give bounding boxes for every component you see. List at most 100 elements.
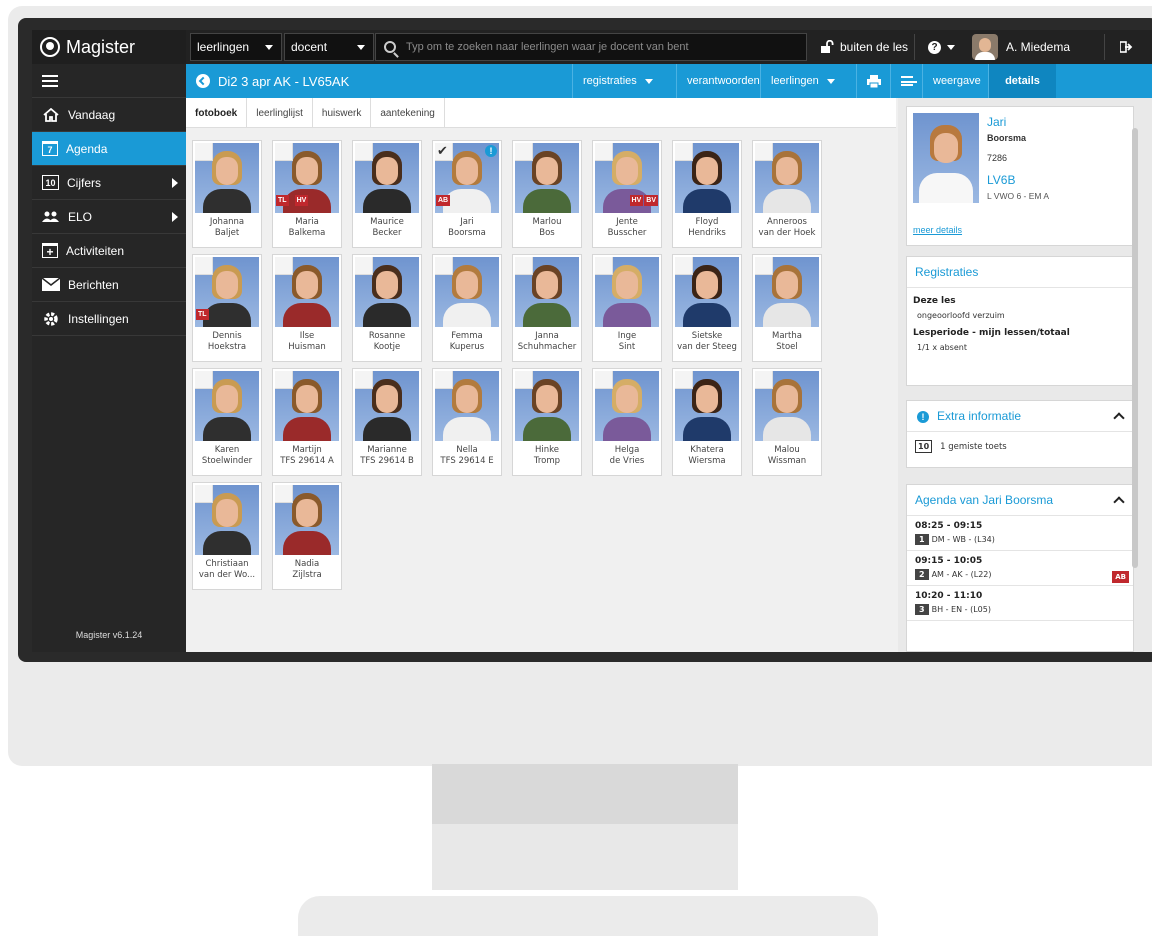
agenda-item[interactable]: 09:15 - 10:05 2 AM - AK - (L22) AB	[907, 551, 1133, 586]
sidebar-item-vandaag[interactable]: Vandaag	[32, 98, 186, 132]
select-checkbox[interactable]	[275, 143, 293, 161]
select-checkbox[interactable]	[515, 257, 533, 275]
sidebar-item-berichten[interactable]: Berichten	[32, 268, 186, 302]
sidebar-item-cijfers[interactable]: 10 Cijfers	[32, 166, 186, 200]
select-checkbox[interactable]	[755, 143, 773, 161]
select-checkbox[interactable]	[435, 257, 453, 275]
tab-aantekening[interactable]: aantekening	[371, 98, 445, 128]
student-card[interactable]: Karen Stoelwinder	[192, 368, 262, 476]
student-last-name: de Vries	[609, 456, 645, 466]
student-first-name: Jari	[460, 217, 474, 227]
tab-details[interactable]: details	[988, 64, 1056, 98]
student-card[interactable]: Helga de Vries	[592, 368, 662, 476]
select-checkbox[interactable]	[755, 371, 773, 389]
select-checkbox[interactable]	[675, 371, 693, 389]
panel-menu-button[interactable]	[890, 64, 923, 98]
select-checkbox[interactable]	[275, 485, 293, 503]
select-checkbox[interactable]	[515, 143, 533, 161]
agenda-item[interactable]: 08:25 - 09:15 1 DM - WB - (L34)	[907, 516, 1133, 551]
student-card[interactable]: ✔! AB Jari Boorsma	[432, 140, 502, 248]
select-checkbox[interactable]	[195, 143, 213, 161]
student-card[interactable]: Sietske van der Steeg	[672, 254, 742, 362]
student-first-name: Hinke	[535, 445, 559, 455]
select-checkbox[interactable]	[275, 257, 293, 275]
lesson-title[interactable]: Di2 3 apr AK - LV65AK	[196, 64, 349, 98]
student-card[interactable]: Christiaan van der Wo...	[192, 482, 262, 590]
role-select[interactable]: leerlingen	[190, 33, 282, 61]
select-checkbox[interactable]	[435, 371, 453, 389]
select-checkbox[interactable]	[195, 485, 213, 503]
student-card[interactable]: Inge Sint	[592, 254, 662, 362]
student-card[interactable]: Marianne TFS 29614 B	[352, 368, 422, 476]
help-menu[interactable]: ?	[928, 30, 955, 64]
student-card[interactable]: Khatera Wiersma	[672, 368, 742, 476]
student-card[interactable]: Nella TFS 29614 E	[432, 368, 502, 476]
extra-info-text: 1 gemiste toets	[940, 441, 1007, 452]
select-checkbox[interactable]	[195, 371, 213, 389]
student-card[interactable]: Hinke Tromp	[512, 368, 582, 476]
student-card[interactable]: Johanna Baljet	[192, 140, 262, 248]
student-first-name: Floyd	[695, 217, 719, 227]
tab-huiswerk[interactable]: huiswerk	[313, 98, 372, 128]
select-checkbox[interactable]	[355, 257, 373, 275]
student-first-name: Janna	[535, 331, 559, 341]
panel-scrollbar[interactable]	[1132, 128, 1138, 568]
student-last-name: TFS 29614 A	[280, 456, 334, 466]
tab-weergave[interactable]: weergave	[922, 64, 991, 98]
sidebar-item-agenda[interactable]: 7 Agenda	[32, 132, 186, 166]
verantwoorden-button[interactable]: verantwoorden	[676, 64, 770, 98]
sidebar-item-activiteiten[interactable]: + Activiteiten	[32, 234, 186, 268]
student-first-name: Anneroos	[767, 217, 807, 227]
select-checkbox[interactable]	[675, 257, 693, 275]
select-checkbox[interactable]	[275, 371, 293, 389]
app-logo[interactable]: Magister	[32, 30, 186, 64]
search-input[interactable]	[406, 41, 786, 53]
extra-info-header[interactable]: ! Extra informatie	[907, 401, 1133, 432]
select-checkbox[interactable]	[595, 371, 613, 389]
student-card[interactable]: Nadia Zijlstra	[272, 482, 342, 590]
student-card[interactable]: Femma Kuperus	[432, 254, 502, 362]
student-card[interactable]: Marlou Bos	[512, 140, 582, 248]
student-name: Helga de Vries	[593, 445, 661, 467]
select-checkbox[interactable]	[595, 257, 613, 275]
search-box[interactable]	[375, 33, 807, 61]
print-button[interactable]	[856, 64, 891, 98]
user-menu[interactable]: A. Miedema	[972, 30, 1070, 64]
leerlingen-button[interactable]: leerlingen	[760, 64, 845, 98]
student-first-name: Malou	[774, 445, 800, 455]
select-checkbox[interactable]	[355, 143, 373, 161]
logout-button[interactable]	[1120, 30, 1134, 64]
lock-toggle[interactable]: buiten de les	[820, 30, 908, 64]
student-class[interactable]: LV6B	[987, 173, 1015, 187]
sidebar-item-instellingen[interactable]: Instellingen	[32, 302, 186, 336]
sidebar-item-elo[interactable]: ELO	[32, 200, 186, 234]
agenda-item[interactable]: 10:20 - 11:10 3 BH - EN - (L05)	[907, 586, 1133, 621]
student-card[interactable]: Maurice Becker	[352, 140, 422, 248]
student-first-name: Ilse	[299, 331, 315, 341]
student-card[interactable]: Floyd Hendriks	[672, 140, 742, 248]
meer-details-link[interactable]: meer details	[913, 225, 962, 235]
student-card[interactable]: HV BV Jente Busscher	[592, 140, 662, 248]
select-checkbox[interactable]	[755, 257, 773, 275]
select-checkbox[interactable]	[515, 371, 533, 389]
select-checkbox[interactable]	[355, 371, 373, 389]
student-card[interactable]: Anneroos van der Hoek	[752, 140, 822, 248]
student-card[interactable]: Ilse Huisman	[272, 254, 342, 362]
menu-toggle[interactable]	[32, 64, 186, 98]
student-card[interactable]: Martha Stoel	[752, 254, 822, 362]
info-icon: !	[485, 145, 497, 157]
student-card[interactable]: Malou Wissman	[752, 368, 822, 476]
student-card[interactable]: Rosanne Kootje	[352, 254, 422, 362]
scope-select[interactable]: docent	[284, 33, 374, 61]
tab-leerlinglijst[interactable]: leerlinglijst	[247, 98, 313, 128]
select-checkbox[interactable]	[675, 143, 693, 161]
tab-fotoboek[interactable]: fotoboek	[186, 98, 248, 128]
registraties-button[interactable]: registraties	[572, 64, 663, 98]
student-card[interactable]: TL Dennis Hoekstra	[192, 254, 262, 362]
student-card[interactable]: Janna Schuhmacher	[512, 254, 582, 362]
select-checkbox[interactable]	[195, 257, 213, 275]
student-card[interactable]: Martijn TFS 29614 A	[272, 368, 342, 476]
select-checkbox[interactable]	[595, 143, 613, 161]
student-card[interactable]: TL HV Maria Balkema	[272, 140, 342, 248]
agenda-header[interactable]: Agenda van Jari Boorsma	[907, 485, 1133, 516]
